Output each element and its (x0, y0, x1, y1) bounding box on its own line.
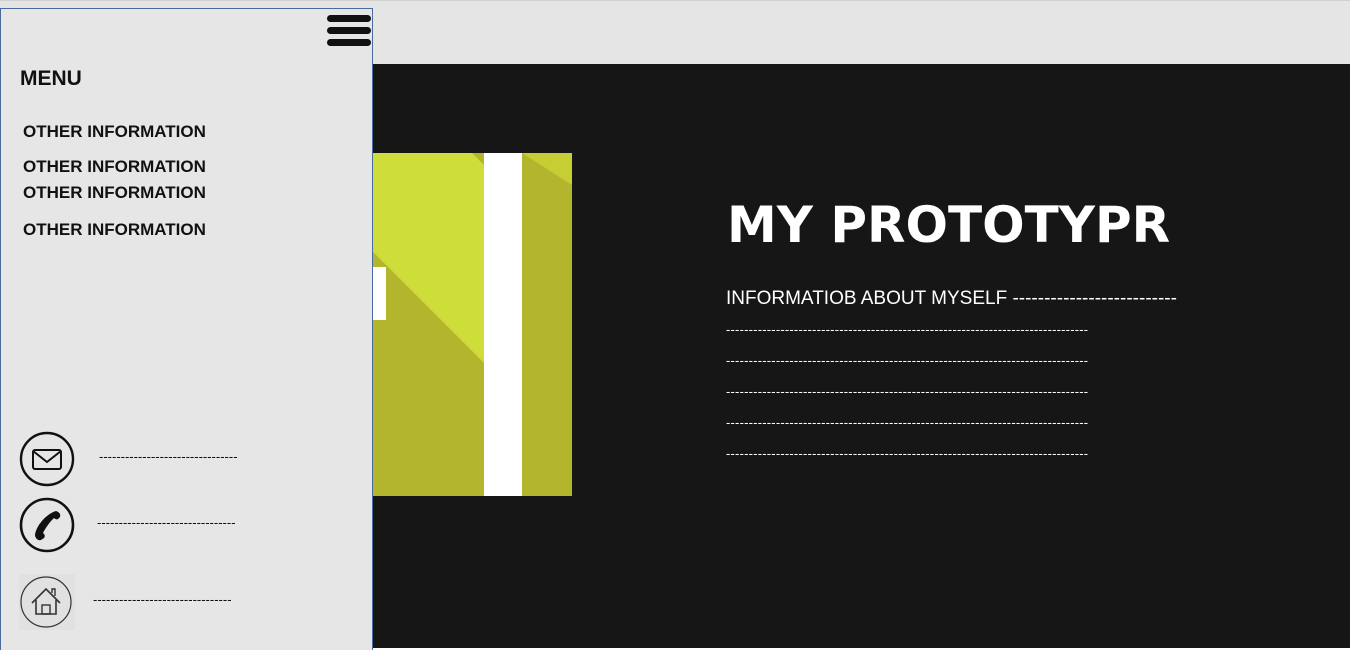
about-line: ----------------------------------------… (726, 446, 1089, 461)
contact-home-text: -------------------------------- (93, 592, 232, 607)
about-line: ----------------------------------------… (726, 415, 1089, 430)
hamburger-icon[interactable] (327, 15, 371, 51)
hamburger-line (327, 39, 371, 46)
hero-image (370, 153, 572, 496)
contact-phone: -------------------------------- (19, 497, 359, 555)
email-icon[interactable] (19, 431, 75, 487)
hero-image-white-bar (484, 153, 522, 496)
menu-title: MENU (20, 67, 82, 90)
hamburger-line (327, 15, 371, 22)
about-line: ----------------------------------------… (726, 322, 1089, 337)
contact-email: -------------------------------- (19, 431, 359, 489)
contact-home: -------------------------------- (19, 574, 359, 632)
sidebar-menu: MENU OTHER INFORMATION OTHER INFORMATION… (0, 8, 373, 650)
about-line: ----------------------------------------… (726, 353, 1089, 368)
page: MY PROTOTYPR INFORMATIOB ABOUT MYSELF --… (0, 0, 1350, 650)
about-line: INFORMATIOB ABOUT MYSELF ---------------… (726, 288, 1177, 309)
contact-email-text: -------------------------------- (99, 449, 238, 464)
hamburger-line (327, 27, 371, 34)
about-line: ----------------------------------------… (726, 384, 1089, 399)
home-icon[interactable] (19, 574, 75, 630)
menu-item-other-information[interactable]: OTHER INFORMATION (23, 122, 206, 142)
contact-phone-text: -------------------------------- (97, 515, 236, 530)
hero-image-corner-shape (522, 153, 572, 185)
menu-item-other-information[interactable]: OTHER INFORMATION (23, 220, 206, 240)
about-text: INFORMATIOB ABOUT MYSELF ---------------… (726, 283, 1206, 469)
menu-item-other-information[interactable]: OTHER INFORMATION (23, 157, 206, 177)
hero-title: MY PROTOTYPR (727, 196, 1171, 254)
menu-item-other-information[interactable]: OTHER INFORMATION (23, 183, 206, 203)
phone-icon[interactable] (19, 497, 75, 553)
